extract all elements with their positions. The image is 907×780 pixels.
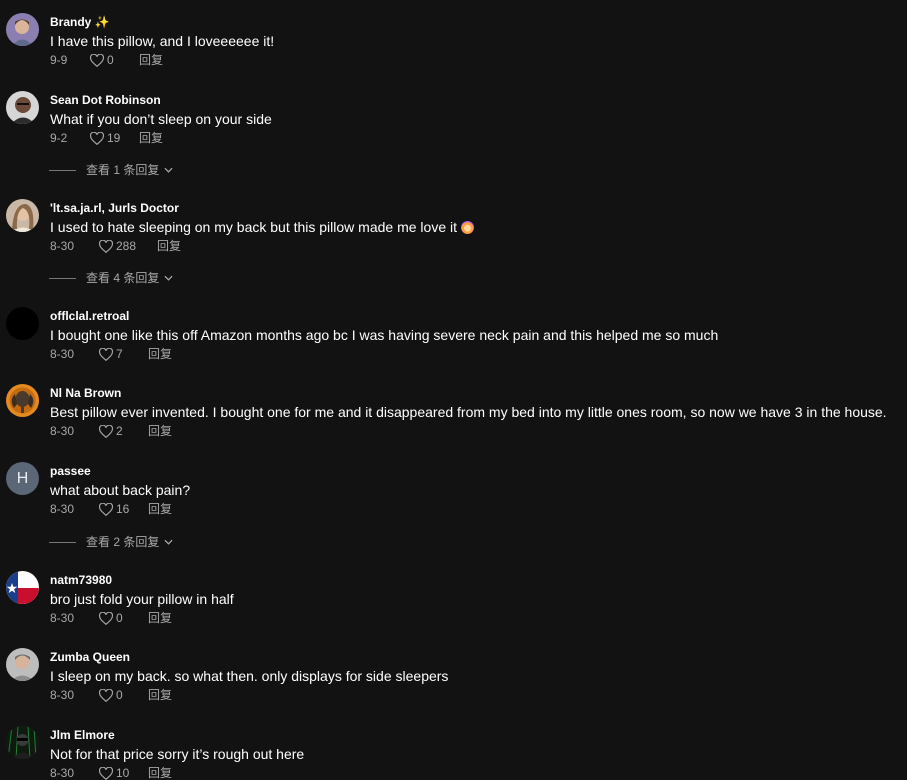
username[interactable]: Sean Dot Robinson: [50, 93, 161, 107]
like-button[interactable]: 16: [99, 502, 138, 516]
comment-text: bro just fold your pillow in half: [50, 591, 234, 607]
avatar[interactable]: [6, 13, 39, 46]
comment-meta: 9-2 19 回复: [50, 131, 163, 145]
comment-date: 9-9: [50, 53, 68, 67]
comment-meta: 9-9 0 回复: [50, 53, 163, 67]
avatar[interactable]: H: [6, 462, 39, 495]
comment-meta: 8-30 288 回复: [50, 239, 181, 253]
avatar[interactable]: [6, 726, 39, 759]
heart-icon: [99, 239, 113, 253]
comment-text: I used to hate sleeping on my back but t…: [50, 218, 474, 236]
comment-meta: 8-30 0 回复: [50, 688, 172, 702]
view-replies-button[interactable]: 查看 1 条回复: [49, 163, 173, 177]
reply-button[interactable]: 回复: [148, 502, 172, 516]
heart-icon: [90, 53, 104, 67]
heart-eyes-emoji-icon: [461, 221, 474, 234]
view-replies-label: 查看 4 条回复: [86, 271, 160, 285]
like-count: 0: [107, 53, 114, 67]
comment-text: I bought one like this off Amazon months…: [50, 327, 719, 343]
divider: [49, 169, 76, 171]
heart-icon: [90, 131, 104, 145]
reply-button[interactable]: 回复: [139, 131, 163, 145]
like-button[interactable]: 0: [90, 53, 129, 67]
view-replies-button[interactable]: 查看 4 条回复: [49, 271, 173, 285]
comment-date: 9-2: [50, 131, 68, 145]
like-button[interactable]: 7: [99, 347, 138, 361]
like-count: 16: [116, 502, 130, 516]
comment-text: I have this pillow, and I loveeeeee it!: [50, 33, 275, 49]
like-button[interactable]: 288: [99, 239, 147, 253]
comment-date: 8-30: [50, 766, 75, 780]
comment-date: 8-30: [50, 502, 75, 516]
like-count: 0: [116, 688, 123, 702]
reply-button[interactable]: 回复: [148, 611, 172, 625]
view-replies-button[interactable]: 查看 2 条回复: [49, 535, 173, 549]
heart-icon: [99, 502, 113, 516]
comment-date: 8-30: [50, 424, 75, 438]
comment-text: What if you don’t sleep on your side: [50, 111, 272, 127]
avatar[interactable]: [6, 384, 39, 417]
like-count: 2: [116, 424, 123, 438]
username[interactable]: offlclal.retroal: [50, 309, 129, 323]
divider: [49, 541, 76, 543]
like-count: 10: [116, 766, 130, 780]
comment-meta: 8-30 2 回复: [50, 424, 172, 438]
comment-meta: 8-30 7 回复: [50, 347, 172, 361]
like-count: 0: [116, 611, 123, 625]
chevron-down-icon: [164, 539, 173, 545]
avatar[interactable]: [6, 571, 39, 604]
avatar[interactable]: [6, 91, 39, 124]
comment-meta: 8-30 16 回复: [50, 502, 172, 516]
heart-icon: [99, 611, 113, 625]
like-count: 19: [107, 131, 121, 145]
like-button[interactable]: 0: [99, 611, 138, 625]
chevron-down-icon: [164, 275, 173, 281]
comment-text-content: I used to hate sleeping on my back but t…: [50, 219, 457, 235]
comment-date: 8-30: [50, 239, 75, 253]
chevron-down-icon: [164, 167, 173, 173]
like-button[interactable]: 10: [99, 766, 138, 780]
username[interactable]: passee: [50, 464, 91, 478]
heart-icon: [99, 347, 113, 361]
comment-text: Not for that price sorry it’s rough out …: [50, 746, 305, 762]
heart-icon: [99, 424, 113, 438]
username[interactable]: Jlm Elmore: [50, 728, 115, 742]
reply-button[interactable]: 回复: [148, 347, 172, 361]
heart-icon: [99, 766, 113, 780]
reply-button[interactable]: 回复: [148, 766, 172, 780]
avatar-letter: H: [6, 462, 39, 495]
divider: [49, 277, 76, 279]
username[interactable]: Zumba Queen: [50, 650, 130, 664]
reply-button[interactable]: 回复: [157, 239, 181, 253]
reply-button[interactable]: 回复: [148, 688, 172, 702]
avatar[interactable]: [6, 307, 39, 340]
comment-date: 8-30: [50, 611, 75, 625]
reply-button[interactable]: 回复: [148, 424, 172, 438]
view-replies-label: 查看 1 条回复: [86, 163, 160, 177]
avatar[interactable]: [6, 199, 39, 232]
comment-text: what about back pain?: [50, 482, 191, 498]
like-count: 7: [116, 347, 123, 361]
avatar[interactable]: [6, 648, 39, 681]
username[interactable]: natm73980: [50, 573, 112, 587]
username[interactable]: Brandy ✨: [50, 15, 110, 29]
like-button[interactable]: 2: [99, 424, 138, 438]
username[interactable]: Nl Na Brown: [50, 386, 121, 400]
heart-icon: [99, 688, 113, 702]
comment-date: 8-30: [50, 347, 75, 361]
comment-meta: 8-30 10 回复: [50, 766, 172, 780]
reply-button[interactable]: 回复: [139, 53, 163, 67]
comment-text: Best pillow ever invented. I bought one …: [50, 404, 887, 420]
username[interactable]: 'lt.sa.ja.rl, Jurls Doctor: [50, 201, 179, 215]
like-button[interactable]: 19: [90, 131, 129, 145]
like-button[interactable]: 0: [99, 688, 138, 702]
comment-text: I sleep on my back. so what then. only d…: [50, 668, 449, 684]
comment-meta: 8-30 0 回复: [50, 611, 172, 625]
view-replies-label: 查看 2 条回复: [86, 535, 160, 549]
like-count: 288: [116, 239, 137, 253]
comment-date: 8-30: [50, 688, 75, 702]
